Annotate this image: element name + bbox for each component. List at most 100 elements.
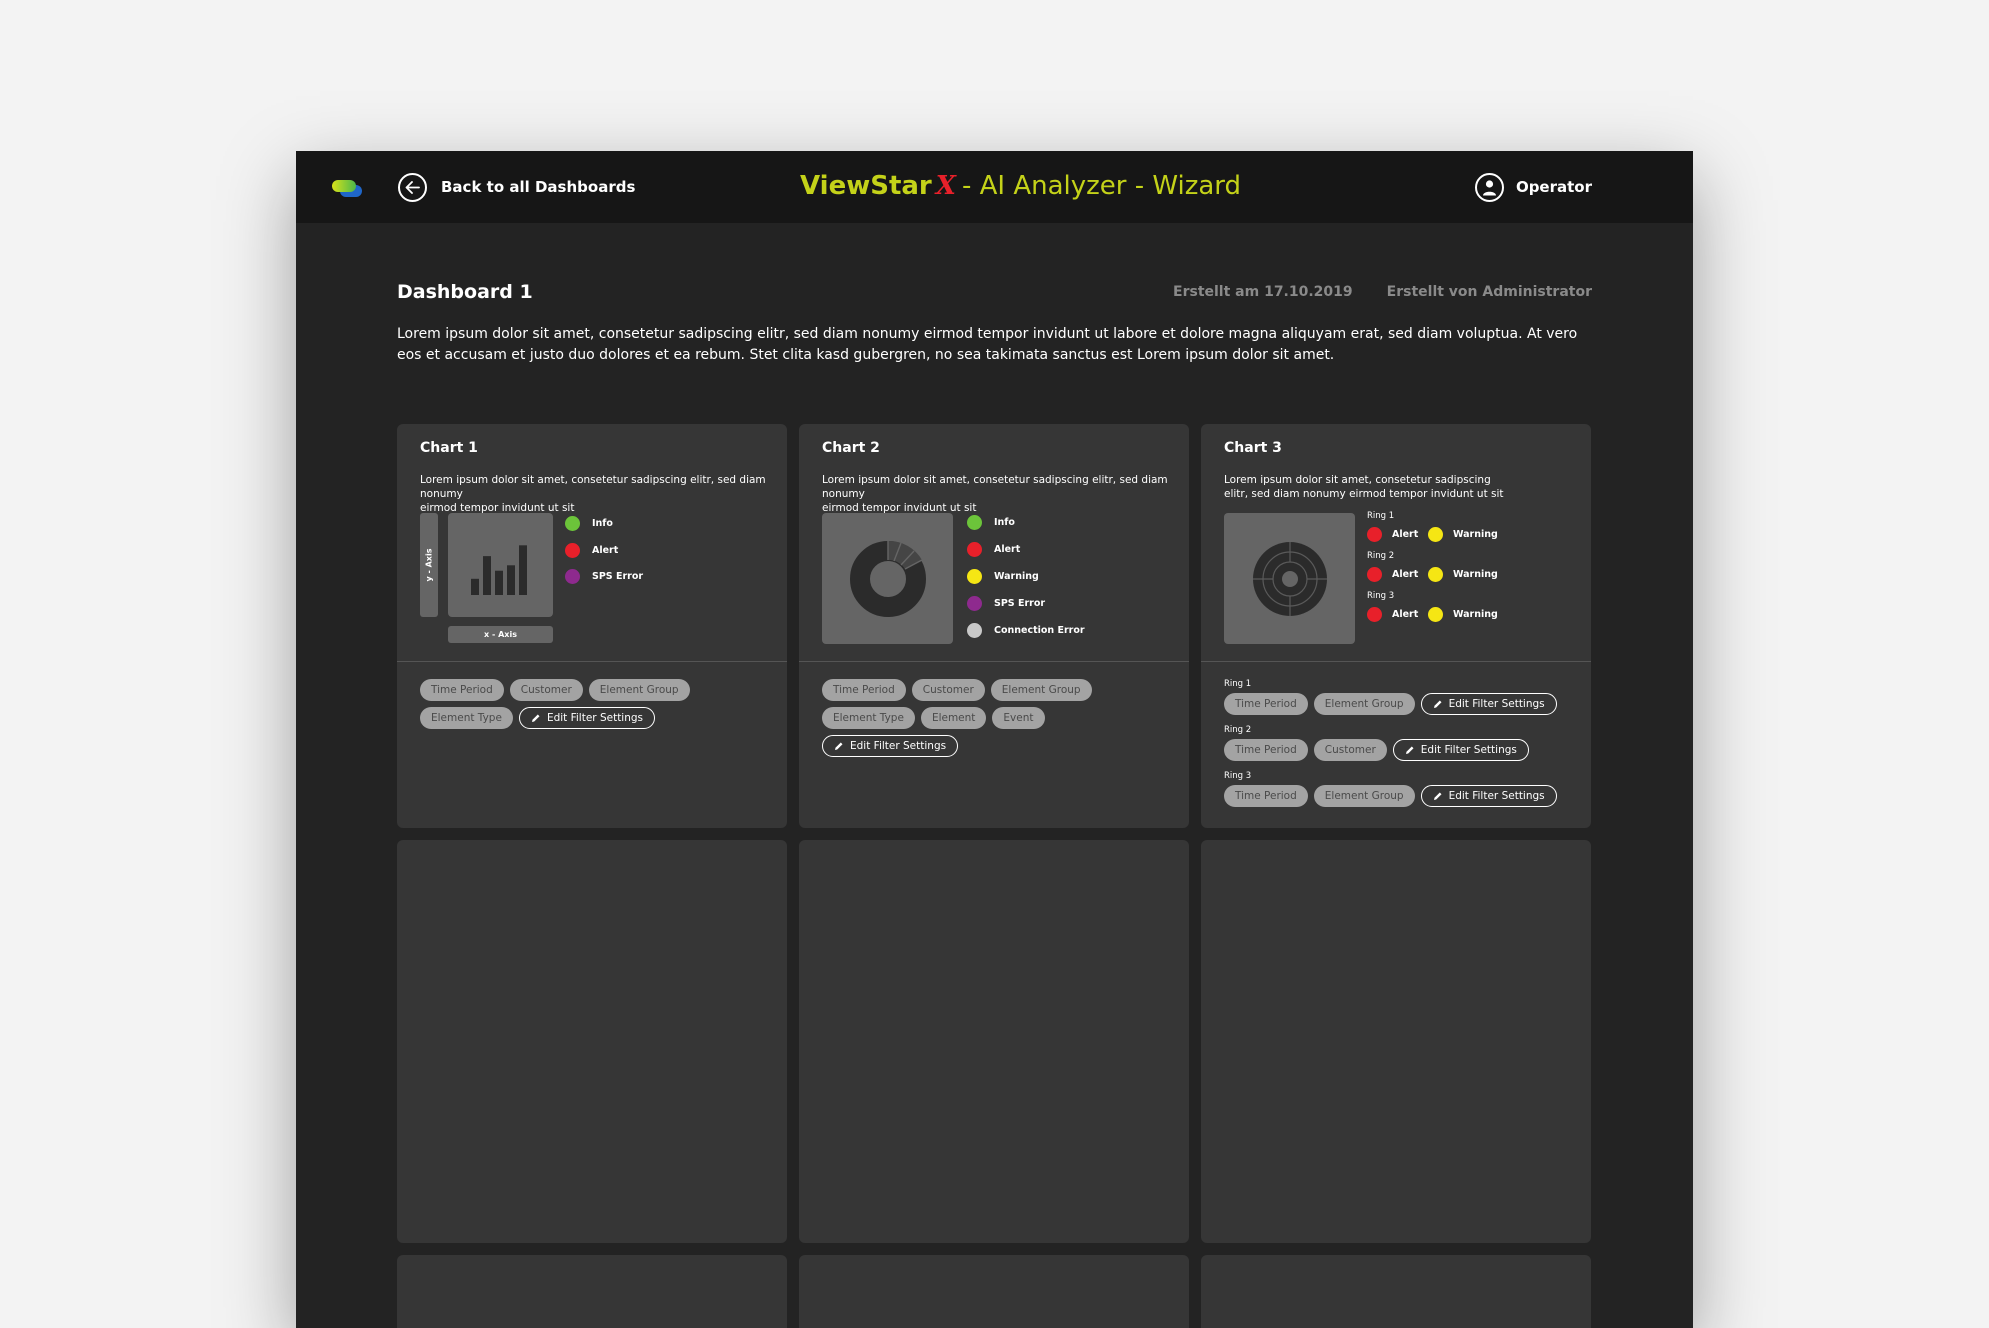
- edit-filter-label: Edit Filter Settings: [1448, 790, 1545, 802]
- legend-label: Warning: [1453, 609, 1498, 620]
- edit-filter-settings-button[interactable]: Edit Filter Settings: [1420, 785, 1557, 807]
- bar-icon-segment: [507, 565, 515, 595]
- bar-icon-segment: [471, 578, 479, 595]
- y-axis-label: y - Axis: [424, 548, 434, 582]
- legend-dot-info: [565, 516, 580, 531]
- filter-chip-element[interactable]: Element: [920, 707, 987, 729]
- filter-chip-element-type[interactable]: Element Type: [822, 707, 915, 729]
- legend-dot-connection-error: [967, 623, 982, 638]
- dashboard-meta: Erstellt am 17.10.2019 Erstellt von Admi…: [1173, 284, 1592, 300]
- legend-item-info: Info: [967, 515, 1015, 530]
- legend-dot-alert: [1367, 527, 1382, 542]
- filter-chip-time-period[interactable]: Time Period: [1224, 739, 1308, 761]
- ring-2-alert: Alert: [1367, 567, 1418, 582]
- brand-name: ViewStar: [800, 171, 932, 201]
- pencil-icon: [1433, 700, 1442, 708]
- legend-dot-alert: [1367, 607, 1382, 622]
- filter-chip-time-period[interactable]: Time Period: [420, 679, 504, 701]
- created-date: Erstellt am 17.10.2019: [1173, 284, 1353, 300]
- chart-1-description: Lorem ipsum dolor sit amet, consetetur s…: [420, 473, 787, 515]
- chart-1-title: Chart 1: [420, 440, 478, 456]
- chart-1-desc-line-1: Lorem ipsum dolor sit amet, consetetur s…: [420, 474, 766, 500]
- filter-chip-time-period[interactable]: Time Period: [1224, 693, 1308, 715]
- user-name: Operator: [1515, 178, 1592, 196]
- edit-filter-settings-button[interactable]: Edit Filter Settings: [822, 735, 959, 757]
- filter-chip-time-period[interactable]: Time Period: [822, 679, 906, 701]
- edit-filter-settings-button[interactable]: Edit Filter Settings: [518, 707, 656, 729]
- card-divider: [1201, 661, 1591, 662]
- empty-card-slot[interactable]: [1201, 840, 1591, 1243]
- legend-label: Alert: [1392, 609, 1419, 620]
- filter-chip-element-group[interactable]: Element Group: [990, 679, 1092, 701]
- legend-item-sps-error: SPS Error: [565, 569, 643, 584]
- edit-filter-settings-button[interactable]: Edit Filter Settings: [1420, 693, 1557, 715]
- chart-card-3[interactable]: Chart 3 Lorem ipsum dolor sit amet, cons…: [1201, 424, 1591, 828]
- y-axis-label-box: y - Axis: [420, 513, 438, 617]
- legend-label: Info: [994, 517, 1015, 528]
- chart-3-desc-line-1: Lorem ipsum dolor sit amet, consetetur s…: [1224, 474, 1491, 486]
- legend-dot-warning: [1428, 527, 1443, 542]
- ring-3-filters: Ring 3 Time Period Element Group Edit Fi…: [1224, 771, 1557, 807]
- chart-2-title: Chart 2: [822, 440, 880, 456]
- pencil-icon: [1405, 746, 1414, 754]
- back-label: Back to all Dashboards: [441, 178, 636, 196]
- filter-chip-element-type[interactable]: Element Type: [420, 707, 513, 729]
- legend-dot-alert: [967, 542, 982, 557]
- dashboard-description: Lorem ipsum dolor sit amet, consetetur s…: [397, 326, 1578, 363]
- edit-filter-settings-button[interactable]: Edit Filter Settings: [1392, 739, 1529, 761]
- legend-dot-sps-error: [967, 596, 982, 611]
- filter-chip-element-group[interactable]: Element Group: [588, 679, 690, 701]
- ring-3-warning: Warning: [1428, 607, 1498, 622]
- legend-dot-sps-error: [565, 569, 580, 584]
- created-by: Erstellt von Administrator: [1386, 284, 1592, 300]
- legend-label: Warning: [1453, 569, 1498, 580]
- card-divider: [799, 661, 1189, 662]
- x-axis-label: x - Axis: [448, 626, 553, 643]
- empty-card-slot[interactable]: [397, 840, 787, 1243]
- legend-item-info: Info: [565, 516, 613, 531]
- brand-x: X: [935, 171, 956, 201]
- dashboard-title: Dashboard 1: [397, 281, 533, 303]
- chart-3-title: Chart 3: [1224, 440, 1282, 456]
- filter-chip-event[interactable]: Event: [992, 707, 1045, 729]
- filter-chip-element-group[interactable]: Element Group: [1313, 693, 1415, 715]
- filter-chip-customer[interactable]: Customer: [1313, 739, 1387, 761]
- ring-2-filters: Ring 2 Time Period Customer Edit Filter …: [1224, 725, 1529, 761]
- legend-dot-warning: [1428, 567, 1443, 582]
- chart-2-description: Lorem ipsum dolor sit amet, consetetur s…: [822, 473, 1189, 515]
- ring-1-chip-row: Time Period Element Group Edit Filter Se…: [1224, 693, 1557, 715]
- chart-card-2[interactable]: Chart 2 Lorem ipsum dolor sit amet, cons…: [799, 424, 1189, 828]
- ring-chart-icon: [1253, 542, 1327, 616]
- edit-filter-label: Edit Filter Settings: [850, 740, 947, 752]
- edit-filter-label: Edit Filter Settings: [1448, 698, 1545, 710]
- filter-chip-element-group[interactable]: Element Group: [1313, 785, 1415, 807]
- legend-label: Alert: [1392, 529, 1419, 540]
- chart-3-desc-line-2: elitr, sed diam nonumy eirmod tempor inv…: [1224, 488, 1504, 500]
- bar-icon-segment: [495, 570, 503, 595]
- card-divider: [397, 661, 787, 662]
- filter-chip-customer[interactable]: Customer: [911, 679, 985, 701]
- ring-filter-label: Ring 1: [1224, 679, 1252, 689]
- filter-chip-time-period[interactable]: Time Period: [1224, 785, 1308, 807]
- donut-chart-thumbnail: [822, 513, 953, 644]
- back-to-dashboards-button[interactable]: Back to all Dashboards: [398, 172, 635, 202]
- ring-3-chip-row: Time Period Element Group Edit Filter Se…: [1224, 785, 1557, 807]
- empty-card-slot[interactable]: [1201, 1255, 1591, 1328]
- pencil-icon: [835, 742, 843, 750]
- ring-3-alert: Alert: [1367, 607, 1418, 622]
- ring-1-label: Ring 1: [1367, 511, 1395, 521]
- ring-1-alert: Alert: [1367, 527, 1418, 542]
- chart-card-1[interactable]: Chart 1 Lorem ipsum dolor sit amet, cons…: [397, 424, 787, 828]
- empty-card-slot[interactable]: [799, 840, 1189, 1243]
- filter-chip-customer[interactable]: Customer: [509, 679, 583, 701]
- empty-card-slot[interactable]: [799, 1255, 1189, 1328]
- ring-2-chip-row: Time Period Customer Edit Filter Setting…: [1224, 739, 1529, 761]
- arrow-left-icon: [398, 172, 427, 202]
- legend-label: Alert: [994, 544, 1021, 555]
- legend-label: SPS Error: [592, 571, 644, 582]
- chart-2-filter-chips: Time Period Customer Element Group Eleme…: [822, 679, 1112, 757]
- top-bar: Back to all Dashboards ViewStar X - AI Ana…: [296, 151, 1693, 223]
- empty-card-slot[interactable]: [397, 1255, 787, 1328]
- user-menu[interactable]: Operator: [1474, 172, 1592, 202]
- legend-label: Alert: [592, 545, 619, 556]
